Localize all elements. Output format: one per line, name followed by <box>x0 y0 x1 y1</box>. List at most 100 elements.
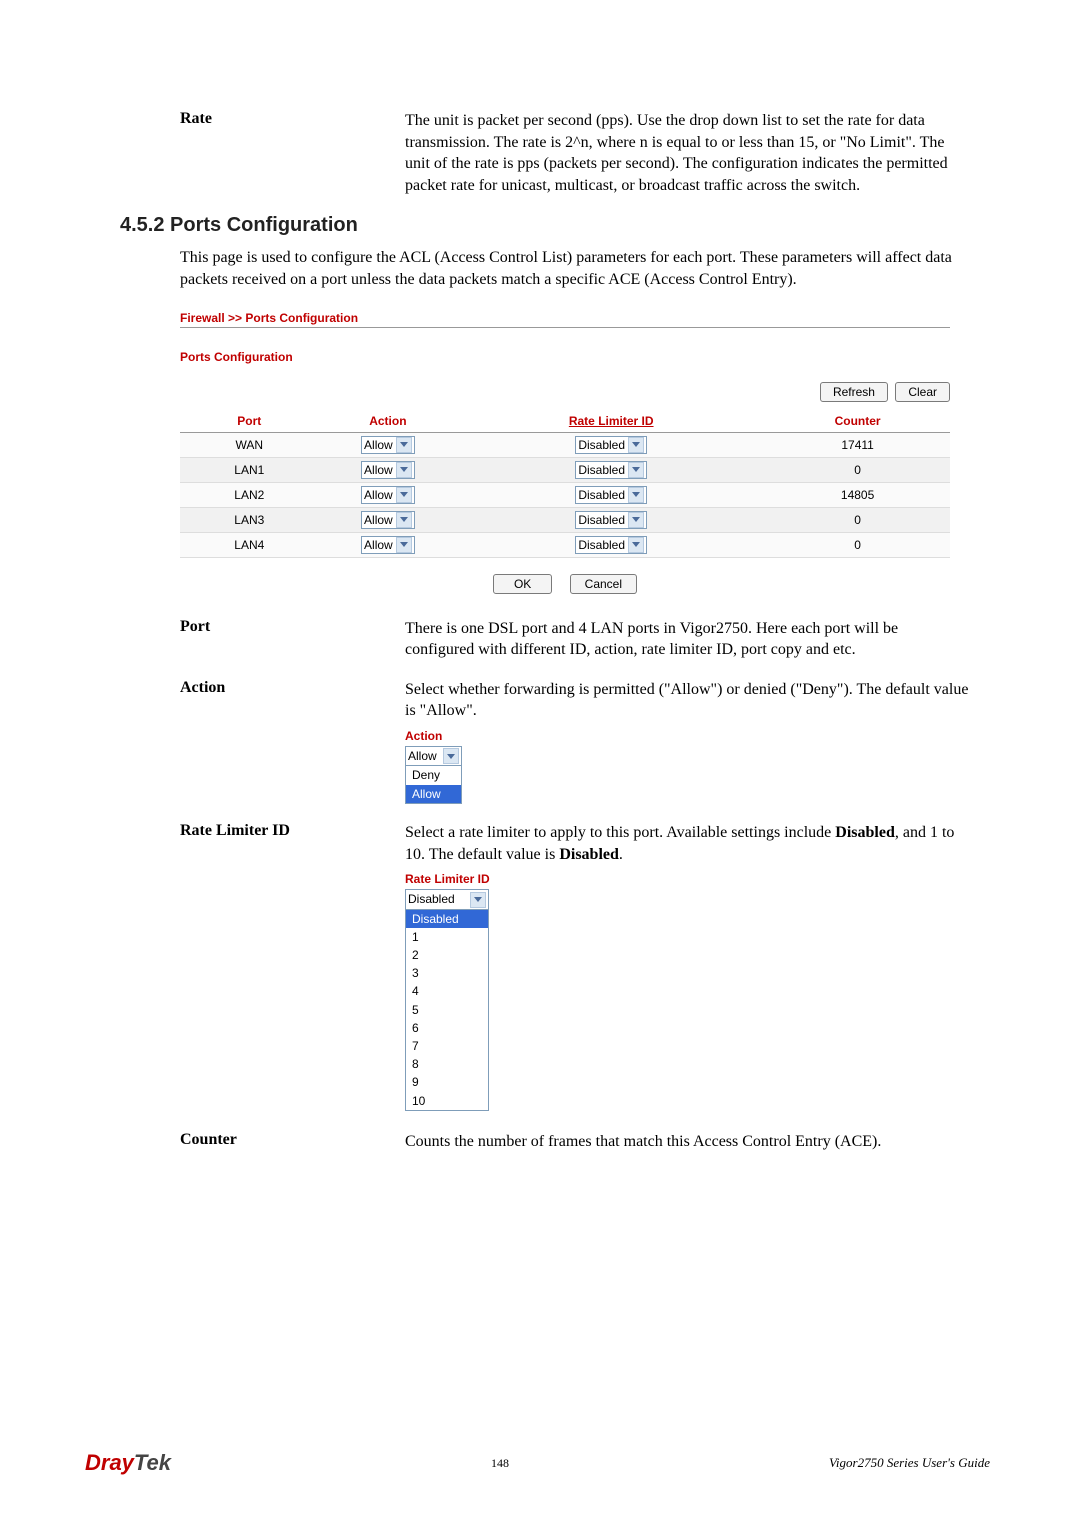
counter-cell: 0 <box>765 532 950 557</box>
action-dropdown-open[interactable]: Allow Deny Allow <box>405 746 462 804</box>
table-row: LAN1 Allow Disabled 0 <box>180 457 950 482</box>
rate-limiter-select[interactable]: Disabled <box>575 536 647 554</box>
rl-desc-b2: Disabled <box>559 846 619 863</box>
chevron-down-icon <box>628 537 644 553</box>
rate-limiter-cell: Disabled <box>457 457 765 482</box>
rate-limiter-select[interactable]: Disabled <box>575 436 647 454</box>
rl-desc-post: . <box>619 846 623 863</box>
rl-selected: Disabled <box>408 891 455 907</box>
chevron-down-icon <box>628 487 644 503</box>
rate-limiter-option[interactable]: Disabled <box>406 910 488 928</box>
chevron-down-icon <box>396 487 412 503</box>
rate-limiter-option[interactable]: 5 <box>406 1001 488 1019</box>
term-action: Action Select whether forwarding is perm… <box>120 679 990 804</box>
rl-desc-b1: Disabled <box>835 824 895 841</box>
rate-limiter-select[interactable]: Disabled <box>575 511 647 529</box>
action-select[interactable]: Allow <box>361 536 415 554</box>
refresh-button[interactable]: Refresh <box>820 382 888 402</box>
counter-cell: 0 <box>765 457 950 482</box>
rate-limiter-option[interactable]: 4 <box>406 982 488 1000</box>
rl-widget-label: Rate Limiter ID <box>405 871 970 887</box>
rate-limiter-option[interactable]: 2 <box>406 946 488 964</box>
table-row: WANAllowDisabled17411 <box>180 432 950 457</box>
rate-limiter-dropdown-open[interactable]: Disabled Disabled12345678910 <box>405 889 489 1110</box>
action-cell: Allow <box>319 432 458 457</box>
term-counter: Counter Counts the number of frames that… <box>120 1131 990 1153</box>
action-select[interactable]: Allow <box>361 511 415 529</box>
action-option-deny[interactable]: Deny <box>406 766 461 784</box>
ports-config-panel: Firewall >> Ports Configuration Ports Co… <box>180 311 950 594</box>
action-select[interactable]: Allow <box>361 436 415 454</box>
action-select[interactable]: Allow <box>361 486 415 504</box>
cancel-button[interactable]: Cancel <box>570 574 637 594</box>
term-port-desc: There is one DSL port and 4 LAN ports in… <box>405 618 990 661</box>
chevron-down-icon <box>443 748 459 764</box>
table-row: LAN4 Allow Disabled 0 <box>180 532 950 557</box>
rate-limiter-option[interactable]: 1 <box>406 928 488 946</box>
rate-limiter-option[interactable]: 7 <box>406 1037 488 1055</box>
section-heading: 4.5.2 Ports Configuration <box>120 214 990 237</box>
rate-limiter-cell: Disabled <box>457 532 765 557</box>
col-action: Action <box>319 410 458 433</box>
action-option-allow[interactable]: Allow <box>406 785 461 803</box>
table-row: LAN2 Allow Disabled 14805 <box>180 482 950 507</box>
term-rate-desc: The unit is packet per second (pps). Use… <box>405 110 990 196</box>
term-rate-limiter-label: Rate Limiter ID <box>120 822 405 1111</box>
logo-part1: Dray <box>85 1450 134 1475</box>
term-action-desc: Select whether forwarding is permitted (… <box>405 681 968 720</box>
term-rate-label: Rate <box>120 110 405 196</box>
port-cell: LAN2 <box>180 482 319 507</box>
term-port-label: Port <box>120 618 405 661</box>
term-rate-limiter: Rate Limiter ID Select a rate limiter to… <box>120 822 990 1111</box>
rate-limiter-select[interactable]: Disabled <box>575 486 647 504</box>
port-cell: LAN4 <box>180 532 319 557</box>
chevron-down-icon <box>628 462 644 478</box>
term-action-label: Action <box>120 679 405 804</box>
port-cell: WAN <box>180 432 319 457</box>
rate-limiter-option[interactable]: 6 <box>406 1019 488 1037</box>
term-counter-label: Counter <box>120 1131 405 1153</box>
rate-limiter-cell: Disabled <box>457 507 765 532</box>
rate-limiter-option[interactable]: 10 <box>406 1092 488 1110</box>
action-selected: Allow <box>408 748 437 764</box>
action-cell: Allow <box>319 532 458 557</box>
chevron-down-icon <box>470 892 486 908</box>
page-footer: DrayTek 148 Vigor2750 Series User's Guid… <box>0 1450 1080 1476</box>
rate-limiter-option[interactable]: 8 <box>406 1055 488 1073</box>
rate-limiter-option[interactable]: 3 <box>406 964 488 982</box>
table-row: LAN3 Allow Disabled 0 <box>180 507 950 532</box>
counter-cell: 14805 <box>765 482 950 507</box>
col-rate-limiter[interactable]: Rate Limiter ID <box>457 410 765 433</box>
term-port: Port There is one DSL port and 4 LAN por… <box>120 618 990 661</box>
rate-limiter-option[interactable]: 9 <box>406 1073 488 1091</box>
counter-cell: 0 <box>765 507 950 532</box>
rate-limiter-select[interactable]: Disabled <box>575 461 647 479</box>
action-cell: Allow <box>319 482 458 507</box>
chevron-down-icon <box>396 537 412 553</box>
panel-subtitle: Ports Configuration <box>180 350 950 364</box>
section-intro: This page is used to configure the ACL (… <box>180 247 990 290</box>
action-cell: Allow <box>319 507 458 532</box>
rate-limiter-cell: Disabled <box>457 482 765 507</box>
guide-title: Vigor2750 Series User's Guide <box>829 1455 990 1471</box>
action-cell: Allow <box>319 457 458 482</box>
port-cell: LAN3 <box>180 507 319 532</box>
port-cell: LAN1 <box>180 457 319 482</box>
term-rate: Rate The unit is packet per second (pps)… <box>120 110 990 196</box>
ok-button[interactable]: OK <box>493 574 552 594</box>
rate-limiter-cell: Disabled <box>457 432 765 457</box>
logo: DrayTek <box>85 1450 171 1476</box>
action-select[interactable]: Allow <box>361 461 415 479</box>
col-port: Port <box>180 410 319 433</box>
action-widget-label: Action <box>405 728 970 744</box>
logo-part2: Tek <box>134 1450 171 1475</box>
ports-table: Port Action Rate Limiter ID Counter WANA… <box>180 410 950 558</box>
chevron-down-icon <box>396 437 412 453</box>
page-number: 148 <box>171 1456 829 1471</box>
rl-desc-pre: Select a rate limiter to apply to this p… <box>405 824 835 841</box>
breadcrumb: Firewall >> Ports Configuration <box>180 311 950 325</box>
divider <box>180 327 950 328</box>
term-counter-desc: Counts the number of frames that match t… <box>405 1131 990 1153</box>
clear-button[interactable]: Clear <box>895 382 950 402</box>
chevron-down-icon <box>628 437 644 453</box>
